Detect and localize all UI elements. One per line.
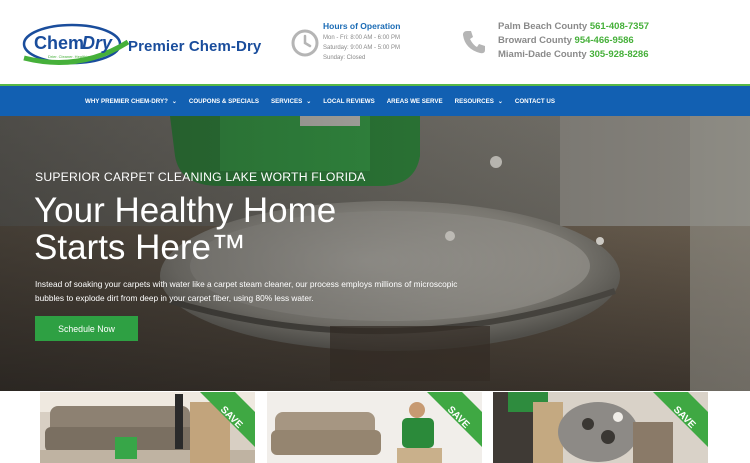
nav-item-label: AREAS WE SERVE <box>386 97 443 105</box>
phone-miami-dade[interactable]: Miami-Dade County 305-928-8286 <box>498 49 649 60</box>
svg-text:Dry: Dry <box>82 33 113 53</box>
card-photo-upholstery-cleaning: SAVE <box>493 392 708 463</box>
nav-item-label: WHY PREMIER CHEM-DRY? <box>85 97 168 105</box>
chem-dry-logo[interactable]: Chem Dry Drier. Cleaner. Healthier. <box>20 22 130 70</box>
main-nav: WHY PREMIER CHEM-DRY? ⌄ COUPONS & SPECIA… <box>0 86 750 116</box>
nav-item-areas[interactable]: AREAS WE SERVE <box>387 98 443 105</box>
coupon-card[interactable]: SAVE <box>493 392 708 463</box>
nav-item-why-premier[interactable]: WHY PREMIER CHEM-DRY? ⌄ <box>85 98 177 105</box>
nav-item-local-reviews[interactable]: LOCAL REVIEWS <box>323 98 374 105</box>
svg-text:Chem: Chem <box>34 33 84 53</box>
nav-item-label: CONTACT US <box>514 97 555 105</box>
nav-item-label: RESOURCES <box>454 97 494 105</box>
hours-title: Hours of Operation <box>323 21 401 31</box>
nav-item-contact[interactable]: CONTACT US <box>515 98 555 105</box>
site-header: Chem Dry Drier. Cleaner. Healthier. Prem… <box>0 0 750 86</box>
hero-title-line: Starts Here™ <box>34 228 246 267</box>
phone-number[interactable]: 954-466-9586 <box>575 35 634 46</box>
hours-saturday: Saturday: 9:00 AM - 5:00 PM <box>323 45 401 51</box>
phone-county: Palm Beach County <box>498 21 588 32</box>
brand-name[interactable]: Premier Chem-Dry <box>128 38 261 55</box>
coupon-card[interactable]: SAVE <box>267 392 482 463</box>
chevron-down-icon: ⌄ <box>306 98 312 105</box>
nav-item-services[interactable]: SERVICES ⌄ <box>271 98 311 105</box>
phone-palm-beach[interactable]: Palm Beach County 561-408-7357 <box>498 21 649 32</box>
hours-sunday: Sunday: Closed <box>323 55 366 61</box>
hero-banner: SUPERIOR CARPET CLEANING LAKE WORTH FLOR… <box>0 116 750 391</box>
clock-icon <box>291 29 319 57</box>
nav-list: WHY PREMIER CHEM-DRY? ⌄ COUPONS & SPECIA… <box>85 86 567 116</box>
nav-item-label: COUPONS & SPECIALS <box>188 97 260 105</box>
chevron-down-icon: ⌄ <box>171 98 177 105</box>
card-photo-technician-sofa: SAVE <box>267 392 482 463</box>
phone-number[interactable]: 305-928-8286 <box>589 49 648 60</box>
nav-item-label: SERVICES <box>271 97 303 105</box>
coupon-card[interactable]: SAVE <box>40 392 255 463</box>
hero-kicker: SUPERIOR CARPET CLEANING LAKE WORTH FLOR… <box>35 170 366 184</box>
coupon-cards: SAVE SAVE SAVE <box>0 391 750 463</box>
phone-county: Broward County <box>498 35 572 46</box>
phone-icon <box>463 31 485 54</box>
phone-broward[interactable]: Broward County 954-466-9586 <box>498 35 634 46</box>
nav-item-resources[interactable]: RESOURCES ⌄ <box>455 98 503 105</box>
card-photo-sofa-cleaning: SAVE <box>40 392 255 463</box>
nav-item-coupons[interactable]: COUPONS & SPECIALS <box>189 98 259 105</box>
schedule-now-button[interactable]: Schedule Now <box>35 316 138 341</box>
hero-title-line: Your Healthy Home <box>34 191 337 230</box>
nav-item-label: LOCAL REVIEWS <box>323 97 375 105</box>
hours-weekday: Mon - Fri: 8:00 AM - 6:00 PM <box>323 35 401 41</box>
svg-text:Drier. Cleaner. Healthier.: Drier. Cleaner. Healthier. <box>48 54 92 59</box>
phone-county: Miami-Dade County <box>498 49 587 60</box>
hero-description: Instead of soaking your carpets with wat… <box>35 279 458 303</box>
phone-number[interactable]: 561-408-7357 <box>590 21 649 32</box>
hero-title: Your Healthy Home Starts Here™ <box>34 192 336 266</box>
chevron-down-icon: ⌄ <box>497 98 503 105</box>
